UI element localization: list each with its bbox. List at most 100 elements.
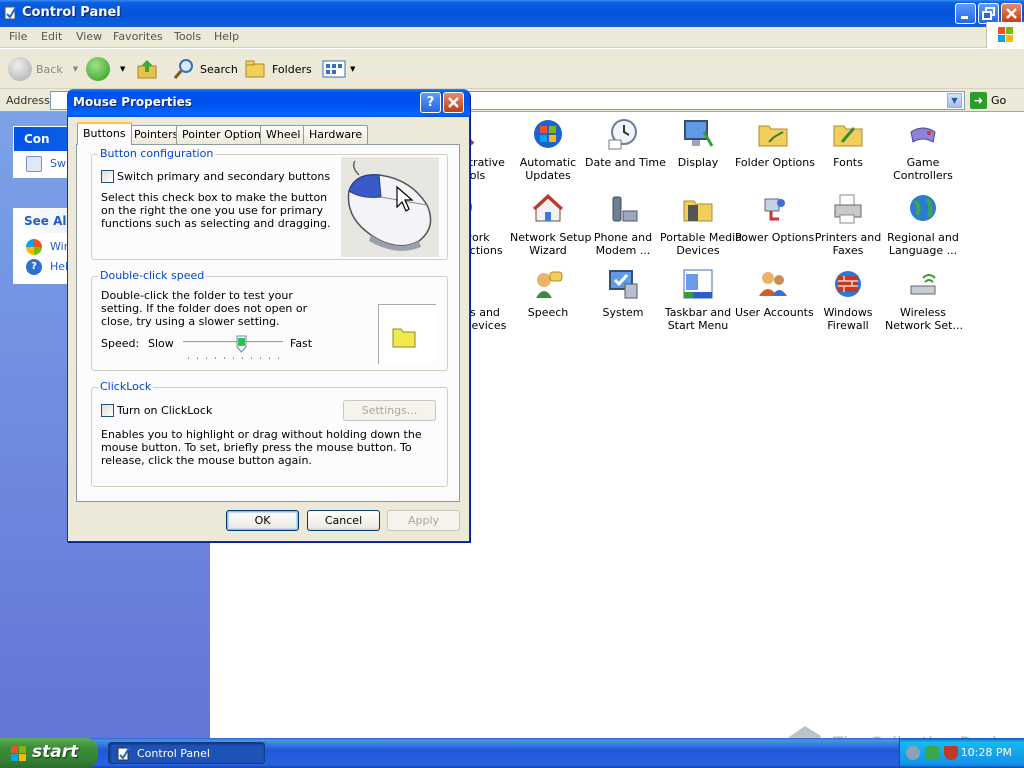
menu-tools[interactable]: Tools (174, 30, 201, 43)
dialog-body: Buttons Pointers Pointer Options Wheel H… (71, 117, 466, 538)
search-button[interactable]: Search (172, 56, 238, 82)
cp-item-phone-and-modem[interactable]: Phone and Modem ... (585, 193, 661, 257)
dialog-help-button[interactable]: ? (420, 92, 441, 113)
switch-buttons-label[interactable]: Switch primary and secondary buttons (117, 170, 330, 183)
cp-item-label: Windows Firewall (823, 306, 873, 332)
windows-flag-icon (998, 27, 1013, 42)
test-folder-area[interactable] (378, 304, 436, 364)
clicklock-settings-button[interactable]: Settings... (343, 400, 436, 421)
mouse-properties-dialog: Mouse Properties ? Buttons Pointers Poin… (67, 89, 470, 542)
cp-item-display[interactable]: Display (660, 118, 736, 169)
clicklock-group: ClickLock Turn on ClickLock Settings... … (91, 380, 448, 487)
shield-icon[interactable] (944, 746, 958, 760)
forward-arrow-icon (86, 57, 110, 81)
menu-view[interactable]: View (76, 30, 102, 43)
cp-item-speech[interactable]: Speech (510, 268, 586, 319)
views-icon (322, 60, 346, 78)
search-label: Search (200, 62, 238, 76)
window-titlebar[interactable]: Control Panel (0, 0, 1024, 27)
menu-edit[interactable]: Edit (41, 30, 62, 43)
tab-hardware[interactable]: Hardware (303, 125, 369, 144)
slider-tick (215, 357, 216, 359)
tab-buttons[interactable]: Buttons (77, 122, 132, 145)
double-click-speed-slider[interactable] (183, 335, 283, 361)
cp-item-user-accounts[interactable]: User Accounts (735, 268, 814, 319)
dialog-title: Mouse Properties (73, 95, 192, 109)
switch-buttons-checkbox[interactable] (101, 170, 114, 183)
dialog-close-button[interactable] (443, 92, 464, 113)
folder-options-icon (758, 125, 788, 147)
start-label: start (32, 742, 79, 762)
cp-item-power-options[interactable]: Power Options (735, 193, 815, 244)
restore-button[interactable] (978, 3, 999, 24)
security-tray-icon[interactable] (925, 746, 939, 760)
button-config-description: Select this check box to make the button… (101, 191, 331, 230)
taskbar-item-control-panel[interactable]: Control Panel (108, 742, 265, 764)
wireless-network-icon (910, 274, 936, 295)
cp-item-game-controllers[interactable]: Game Controllers (885, 118, 961, 182)
tab-pointer-options[interactable]: Pointer Options (176, 125, 273, 144)
cp-item-regional-and-language[interactable]: Regional and Language ... (885, 193, 961, 257)
views-button[interactable]: ▼ (322, 56, 355, 82)
speed-label: Speed: (101, 337, 140, 350)
clicklock-title: ClickLock (98, 380, 154, 393)
ok-button[interactable]: OK (226, 510, 299, 531)
cp-item-date-and-time[interactable]: Date and Time (585, 118, 666, 169)
forward-button[interactable]: ▼ (86, 56, 125, 82)
window-title: Control Panel (22, 5, 121, 20)
cp-item-automatic-updates[interactable]: Automatic Updates (510, 118, 586, 182)
clicklock-checkbox[interactable] (101, 404, 114, 417)
phone-modem-icon (612, 196, 638, 222)
minimize-button[interactable] (955, 3, 976, 24)
clicklock-label[interactable]: Turn on ClickLock (117, 404, 212, 417)
apply-button[interactable]: Apply (387, 510, 460, 531)
cp-item-system[interactable]: System (585, 268, 661, 319)
up-folder-button[interactable] (136, 56, 158, 82)
slider-tick (269, 357, 270, 359)
network-tray-icon[interactable] (906, 746, 920, 760)
address-dropdown-button[interactable]: ▼ (947, 93, 962, 108)
cp-item-label: System (602, 306, 644, 319)
cp-item-network-setup-wizard[interactable]: Network Setup Wizard (510, 193, 591, 257)
toolbar: Back ▼ ▼ Search Folders ▼ (0, 49, 1024, 89)
cp-item-label: Power Options (735, 231, 815, 244)
cancel-button[interactable]: Cancel (307, 510, 380, 531)
cp-item-printers-and-faxes[interactable]: Printers and Faxes (810, 193, 886, 257)
question-mark-icon: ? (426, 95, 435, 110)
cp-item-portable-media-devices[interactable]: Portable Media Devices (660, 193, 742, 257)
cp-item-taskbar-and-start-menu[interactable]: Taskbar and Start Menu (660, 268, 736, 332)
menu-help[interactable]: Help (214, 30, 239, 43)
cp-item-label: Printers and Faxes (814, 231, 882, 257)
tab-wheel[interactable]: Wheel (260, 125, 307, 144)
slider-tick (251, 357, 252, 359)
taskbar-start-menu-icon (683, 269, 713, 299)
cp-item-label: Display (677, 156, 719, 169)
windows-update-icon (26, 239, 42, 255)
fast-label: Fast (290, 337, 313, 350)
slider-thumb[interactable] (236, 335, 247, 353)
automatic-updates-icon (534, 120, 562, 148)
dialog-titlebar[interactable]: Mouse Properties ? (67, 89, 470, 117)
windows-firewall-icon (835, 271, 861, 297)
menu-favorites[interactable]: Favorites (113, 30, 163, 43)
slider-tick (224, 357, 225, 359)
chevron-down-icon: ▼ (120, 65, 126, 73)
cp-item-label: Phone and Modem ... (593, 231, 653, 257)
start-button[interactable]: start (0, 738, 98, 768)
cp-item-label: Wireless Network Set... (885, 306, 963, 332)
menu-file[interactable]: File (9, 30, 27, 43)
switch-view-icon (26, 156, 42, 172)
cp-item-windows-firewall[interactable]: Windows Firewall (810, 268, 886, 332)
back-button[interactable]: Back ▼ (8, 56, 78, 82)
menu-bar: File Edit View Favorites Tools Help (0, 27, 1024, 48)
clock: 10:28 PM (960, 746, 1012, 759)
go-button[interactable]: ➜ Go (970, 92, 1006, 109)
cp-item-wireless-network-setup[interactable]: Wireless Network Set... (885, 268, 963, 332)
close-icon (1006, 8, 1017, 19)
regional-language-icon (910, 195, 936, 221)
folders-button[interactable]: Folders (244, 56, 312, 82)
cp-item-fonts[interactable]: Fonts (810, 118, 886, 169)
cp-item-folder-options[interactable]: Folder Options (735, 118, 815, 169)
close-button[interactable] (1001, 3, 1022, 24)
slider-tick (197, 357, 198, 359)
